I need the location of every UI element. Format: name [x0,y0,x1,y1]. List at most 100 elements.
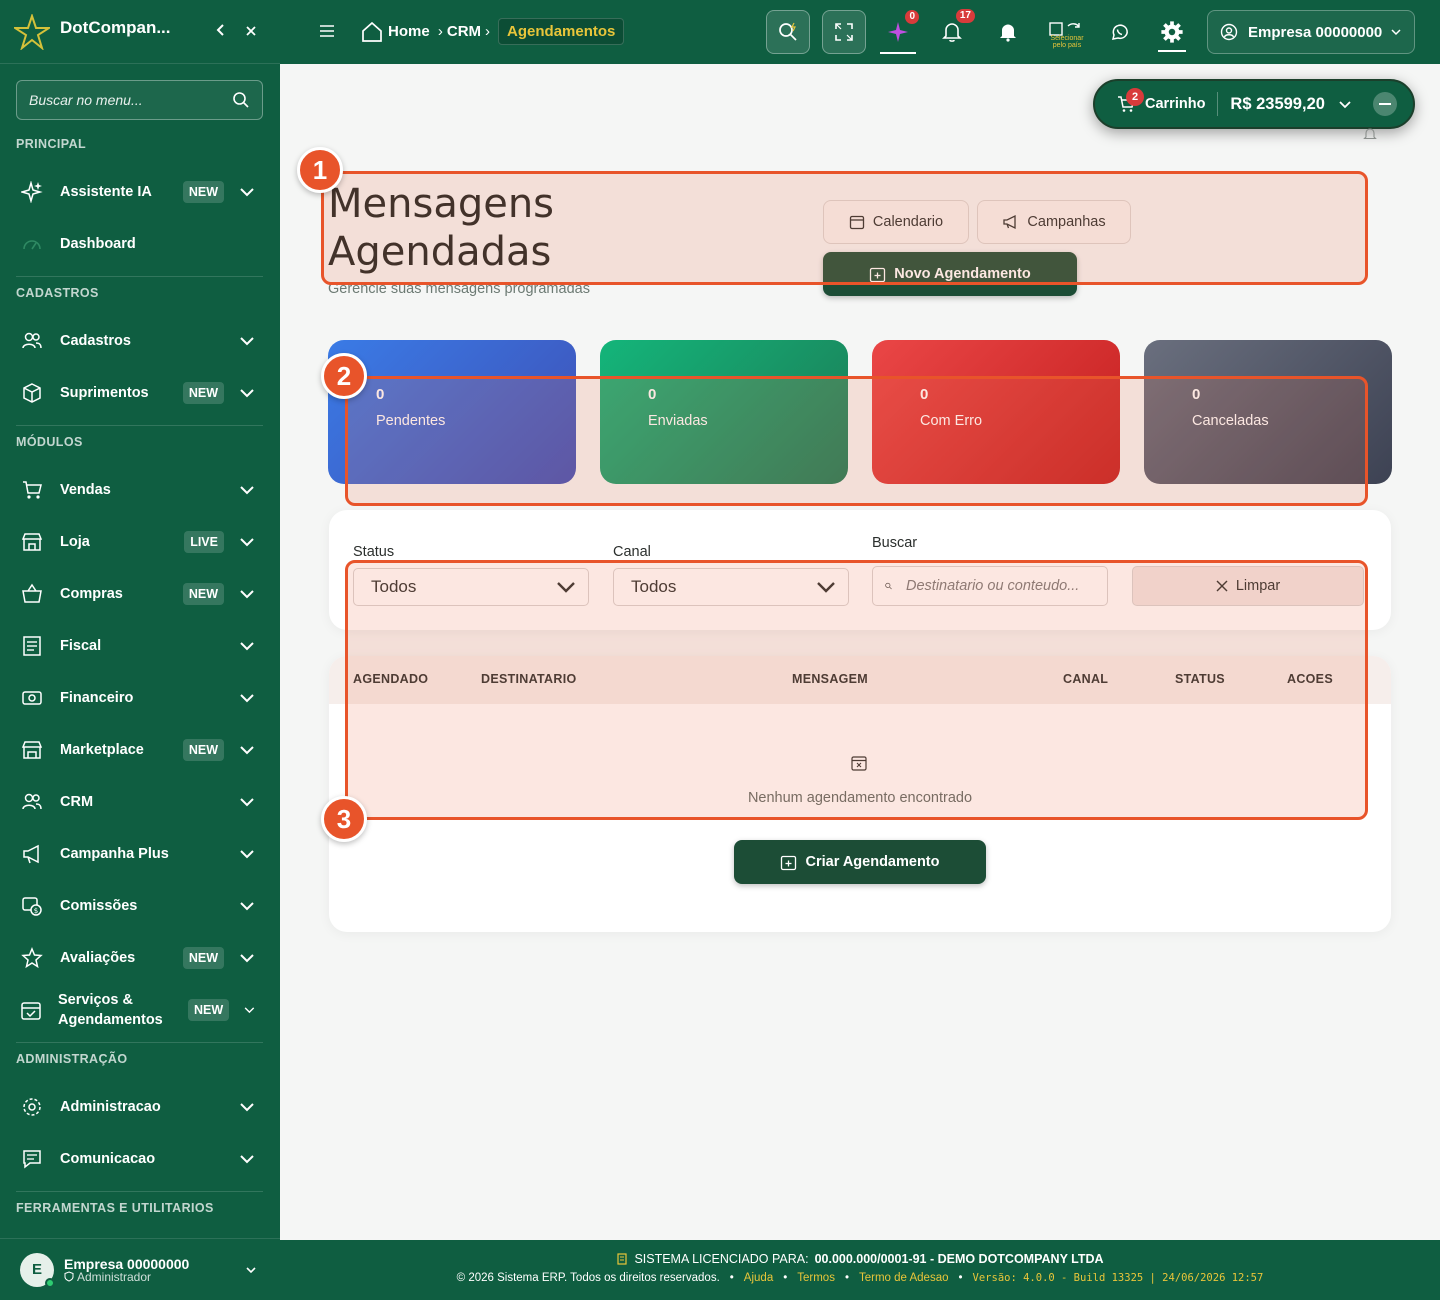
marketplace-icon [20,738,44,762]
main-content: 2 Carrinho R$ 23599,20 Mensagens Agendad… [280,64,1440,1240]
menu-search[interactable] [16,80,263,120]
channel-filter-label: Canal [613,544,651,560]
user-role: Administrador [64,1270,244,1284]
breadcrumb-separator: › [485,23,491,40]
cart-widget[interactable]: 2 Carrinho R$ 23599,20 [1093,79,1415,129]
user-menu[interactable]: E Empresa 00000000 Administrador [0,1238,280,1300]
search-button[interactable] [766,10,810,54]
breadcrumb-crm[interactable]: CRM [447,23,481,40]
box-icon [20,381,44,405]
sidebar: DotCompan... PRINCIPAL Assistente IA NEW… [0,0,280,1300]
create-schedule-button[interactable]: Criar Agendamento [734,840,986,884]
whatsapp-button[interactable] [1108,20,1132,44]
menu-hamburger-icon[interactable] [318,22,336,40]
sidebar-item-comissoes[interactable]: $ Comissões [16,884,264,928]
ai-assistant-button[interactable]: 0 [880,10,919,54]
sidebar-item-avaliacoes[interactable]: Avaliações NEW [16,936,264,980]
cart-minimize-button[interactable] [1372,92,1397,116]
brand-name: DotCompan... [60,17,171,37]
terms-link[interactable]: Termos [797,1272,835,1284]
country-selector[interactable]: Selecionar pelo país [1046,20,1086,49]
chevron-down-icon [240,954,254,963]
chevron-down-icon [240,486,254,495]
chevron-down-icon [244,1007,255,1014]
section-administracao: ADMINISTRAÇÃO [16,1052,128,1066]
sidebar-item-crm[interactable]: CRM [16,780,264,824]
sidebar-item-label: Campanha Plus [60,846,169,862]
sidebar-item-label: Assistente IA [60,184,152,200]
sidebar-item-fiscal[interactable]: Fiscal [16,624,264,668]
sidebar-item-financeiro[interactable]: Financeiro [16,676,264,720]
search-icon [233,92,249,108]
license-prefix: SISTEMA LICENCIADO PARA: [634,1252,809,1266]
active-underline [1158,50,1186,52]
separator-dot: • [844,1272,849,1284]
users-icon [20,329,44,353]
chevron-down-icon [240,538,254,547]
section-cadastros: CADASTROS [16,286,99,300]
bell-outline-icon[interactable] [1363,126,1377,142]
search-icon [779,22,797,41]
divider [16,1191,263,1192]
alerts-button[interactable] [996,20,1020,44]
separator-dot: • [729,1272,734,1284]
sidebar-item-label: Loja [60,534,90,550]
sidebar-item-cadastros[interactable]: Cadastros [16,319,264,363]
company-name: Empresa 00000000 [1248,23,1383,41]
ai-count-badge: 0 [905,10,919,24]
company-selector[interactable]: Empresa 00000000 [1207,10,1415,54]
close-icon[interactable] [236,21,266,42]
star-logo-icon [14,13,50,50]
chat-icon [20,1147,44,1171]
svg-text:$: $ [34,907,38,915]
notifications-button[interactable]: 17 [940,9,975,44]
footer-links: © 2026 Sistema ERP. Todos os direitos re… [280,1272,1440,1284]
new-badge: NEW [182,583,224,605]
chevron-down-icon [1391,29,1401,36]
breadcrumb-home[interactable]: Home [388,23,430,40]
help-link[interactable]: Ajuda [744,1272,773,1284]
adhesion-terms-link[interactable]: Termo de Adesao [859,1272,949,1284]
store-icon [20,530,44,554]
sidebar-item-label: CRM [60,794,94,810]
sidebar-item-suprimentos[interactable]: Suprimentos NEW [16,371,264,415]
sidebar-item-loja[interactable]: Loja LIVE [16,520,264,564]
sidebar-item-label: Compras [60,586,123,602]
version-info: Versão: 4.0.0 - Build 13325 | 24/06/2026… [972,1272,1264,1284]
sidebar-item-marketplace[interactable]: Marketplace NEW [16,728,264,772]
annotation-box-2 [345,376,1368,506]
sidebar-item-administracao[interactable]: Administracao [16,1085,264,1129]
sidebar-item-label: Serviços & Agendamentos [58,992,163,1028]
new-badge: NEW [182,739,224,761]
section-principal: PRINCIPAL [16,137,87,151]
topbar: Home › CRM › Agendamentos 0 17 Seleciona… [280,0,1440,64]
sidebar-item-label: Cadastros [60,333,131,349]
breadcrumb-current: Agendamentos [498,18,625,45]
menu-search-input[interactable] [29,92,232,108]
chevron-down-icon[interactable] [1337,96,1353,112]
sidebar-item-compras[interactable]: Compras NEW [16,572,264,616]
collapse-chevron-icon[interactable] [206,21,236,42]
sidebar-item-vendas[interactable]: Vendas [16,468,264,512]
chevron-down-icon [240,902,254,911]
money-icon [20,686,44,710]
new-badge: NEW [182,181,224,203]
bell-outline-icon [942,23,962,42]
sidebar-item-comunicacao[interactable]: Comunicacao [16,1137,264,1181]
annotation-box-3 [345,560,1368,820]
sidebar-item-campanha-plus[interactable]: Campanha Plus [16,832,264,876]
sidebar-item-assistente-ia[interactable]: Assistente IA NEW [16,170,264,214]
breadcrumb: Home › CRM › Agendamentos [360,18,625,45]
search-filter-label: Buscar [872,535,918,551]
separator-dot: • [958,1272,963,1284]
divider [16,1042,263,1043]
sidebar-item-dashboard[interactable]: Dashboard [16,222,264,266]
chevron-down-icon [240,850,254,859]
home-icon[interactable] [360,20,384,44]
sidebar-item-label: Comissões [60,898,138,914]
settings-button[interactable] [1158,20,1186,52]
sidebar-item-servicos-agendamentos[interactable]: Serviços & Agendamentos NEW [16,988,264,1032]
fullscreen-button[interactable] [822,10,866,54]
calendar-check-icon [20,998,42,1022]
sidebar-item-label: Marketplace [60,742,144,758]
